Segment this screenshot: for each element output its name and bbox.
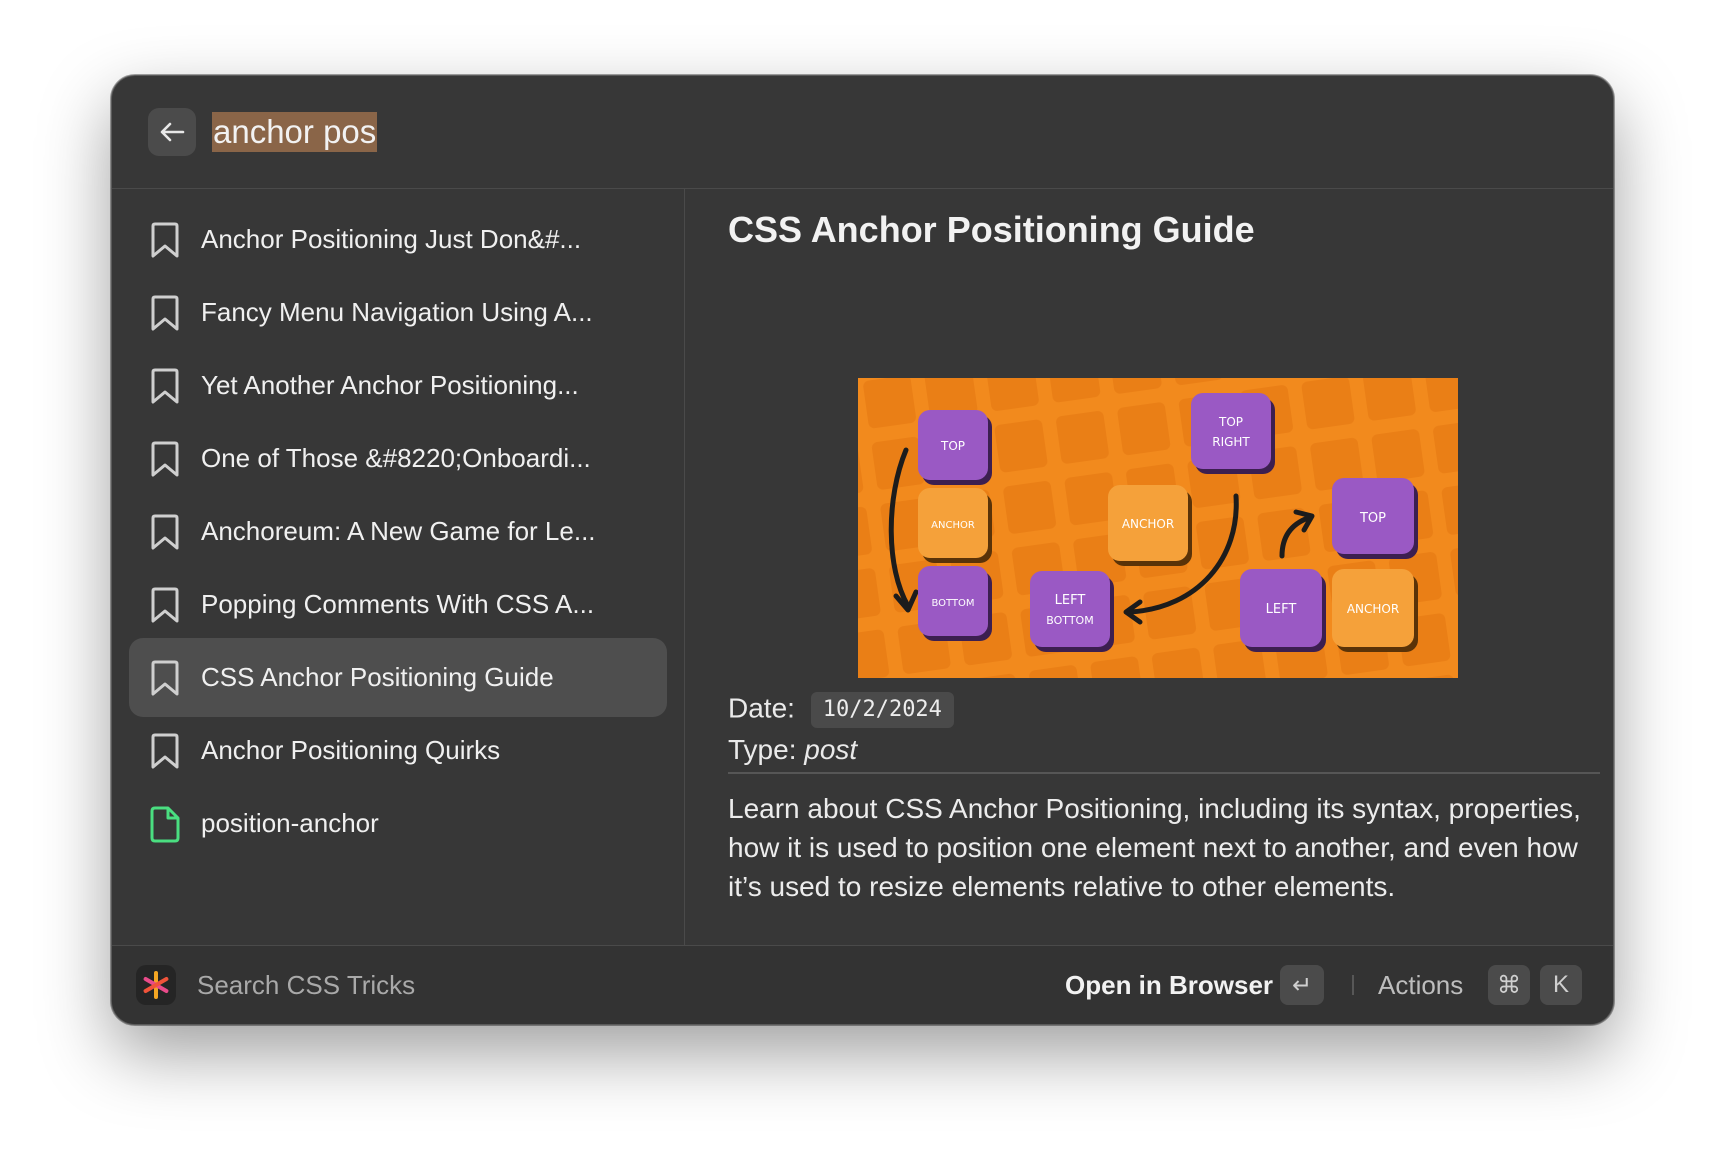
tile-top-label: TOP xyxy=(940,439,965,453)
list-item[interactable]: Anchor Positioning Just Don&#... xyxy=(129,200,667,279)
list-item[interactable]: CSS Anchor Positioning Guide xyxy=(129,638,667,717)
tile-anchor-label: ANCHOR xyxy=(931,520,975,531)
arrow-left-icon xyxy=(160,122,185,142)
list-item-label: One of Those &#8220;Onboardi... xyxy=(201,443,591,473)
type-value: post xyxy=(804,734,858,765)
document-icon xyxy=(147,805,183,843)
date-label: Date: xyxy=(728,692,795,724)
list-item[interactable]: Anchor Positioning Quirks xyxy=(129,711,667,790)
tile-left-bottom-label-2: BOTTOM xyxy=(1046,614,1093,627)
list-item-label: Anchoreum: A New Game for Le... xyxy=(201,516,596,546)
type-label: Type: xyxy=(728,734,797,765)
open-in-browser-button[interactable]: Open in Browser xyxy=(1065,946,1273,1024)
list-item[interactable]: Anchoreum: A New Game for Le... xyxy=(129,492,667,571)
bookmark-icon xyxy=(147,586,183,624)
list-item[interactable]: Fancy Menu Navigation Using A... xyxy=(129,273,667,352)
launcher-window: anchor pos Anchor Positioning Just Don&#… xyxy=(111,75,1614,1025)
list-item-label: position-anchor xyxy=(201,808,379,838)
enter-key-icon: ↵ xyxy=(1280,965,1324,1005)
list-item-label: Popping Comments With CSS A... xyxy=(201,589,595,619)
bookmark-icon xyxy=(147,513,183,551)
tile-top-far-label: TOP xyxy=(1359,511,1386,526)
list-item-label: Fancy Menu Navigation Using A... xyxy=(201,297,593,327)
date-row: Date: 10/2/2024 xyxy=(728,692,954,728)
date-value: 10/2/2024 xyxy=(810,692,954,728)
type-row: Type: post xyxy=(728,734,857,766)
list-item[interactable]: Popping Comments With CSS A... xyxy=(129,565,667,644)
tile-top-right-label-1: TOP xyxy=(1218,415,1243,429)
k-key-icon: K xyxy=(1540,965,1582,1005)
command-key-icon: ⌘ xyxy=(1488,965,1530,1005)
bookmark-icon xyxy=(147,732,183,770)
actions-button[interactable]: Actions xyxy=(1378,946,1463,1024)
bookmark-icon xyxy=(147,221,183,259)
tile-bottom-label: BOTTOM xyxy=(931,598,974,609)
tile-top-right-label-2: RIGHT xyxy=(1212,435,1250,449)
tile-anchor-middle-label: ANCHOR xyxy=(1122,517,1174,531)
back-button[interactable] xyxy=(148,108,196,156)
list-item[interactable]: position-anchor xyxy=(129,784,667,863)
bookmark-icon xyxy=(147,440,183,478)
metadata-divider xyxy=(728,772,1600,774)
list-item-label: CSS Anchor Positioning Guide xyxy=(201,662,554,692)
action-separator xyxy=(1352,975,1354,995)
article-image: TOP ANCHOR BOTTOM LEFT BOTTOM ANCHOR TOP… xyxy=(858,378,1458,678)
detail-title: CSS Anchor Positioning Guide xyxy=(728,209,1255,250)
tile-left-far-label: LEFT xyxy=(1266,602,1297,617)
list-item[interactable]: Yet Another Anchor Positioning... xyxy=(129,346,667,425)
bookmark-icon xyxy=(147,367,183,405)
search-bar: anchor pos xyxy=(112,76,1613,189)
list-item[interactable]: One of Those &#8220;Onboardi... xyxy=(129,419,667,498)
detail-pane: CSS Anchor Positioning Guide TOP ANCHOR … xyxy=(685,189,1613,947)
list-item-label: Anchor Positioning Quirks xyxy=(201,735,501,765)
bookmark-icon xyxy=(147,294,183,332)
results-list: Anchor Positioning Just Don&#... Fancy Me… xyxy=(112,189,685,947)
list-item-label: Anchor Positioning Just Don&#... xyxy=(201,224,582,254)
search-input[interactable]: anchor pos xyxy=(212,112,378,152)
tile-anchor-far-label: ANCHOR xyxy=(1347,602,1399,616)
tile-left-bottom-label-1: LEFT xyxy=(1055,593,1086,608)
bookmark-icon xyxy=(147,659,183,697)
css-tricks-logo-icon xyxy=(136,965,176,1005)
extension-title: Search CSS Tricks xyxy=(197,970,416,1000)
action-bar: Search CSS Tricks Open in Browser ↵ Acti… xyxy=(112,945,1613,1024)
list-item-label: Yet Another Anchor Positioning... xyxy=(201,370,579,400)
article-description: Learn about CSS Anchor Positioning, incl… xyxy=(728,793,1581,902)
